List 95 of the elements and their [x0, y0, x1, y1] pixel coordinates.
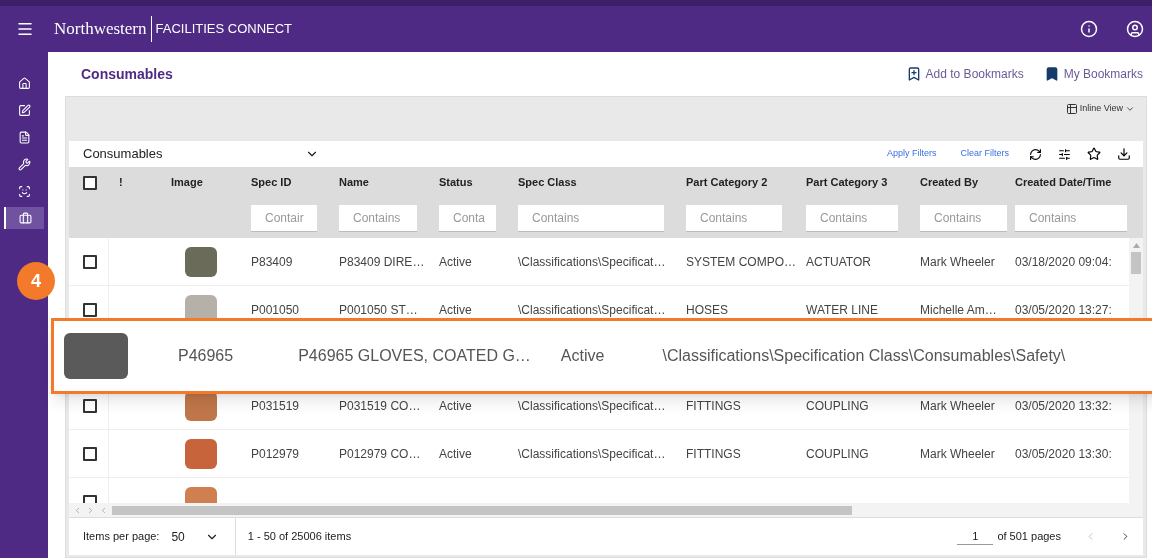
- star-icon[interactable]: [1087, 147, 1101, 161]
- document-icon: [17, 130, 31, 144]
- table-cell: Michelle Am…: [920, 302, 997, 317]
- list-dropdown[interactable]: Consumables: [83, 144, 319, 164]
- table-cell: 03/05/2020 13:30:: [1015, 446, 1112, 461]
- column-header[interactable]: Name: [339, 176, 369, 189]
- page-field[interactable]: 1: [957, 527, 994, 546]
- column-header[interactable]: Spec ID: [251, 176, 292, 189]
- product-photo: [185, 438, 217, 469]
- table-cell: P001050: [251, 302, 300, 317]
- checkbox[interactable]: [83, 302, 97, 317]
- table-cell: \Classifications\Specificat…: [518, 254, 666, 269]
- table-cell: P012979: [251, 446, 300, 461]
- column-header[interactable]: Part Category 2: [686, 176, 768, 189]
- user-icon[interactable]: [1126, 20, 1144, 38]
- column-header[interactable]: Created Date/Time: [1015, 176, 1112, 189]
- column-header[interactable]: !: [119, 176, 123, 189]
- table-cell: Active: [439, 398, 472, 413]
- table-cell: Mark Wheeler: [920, 398, 995, 413]
- my-bookmarks-button[interactable]: My Bookmarks: [1043, 65, 1143, 83]
- info-icon[interactable]: [1080, 20, 1098, 38]
- filter-field[interactable]: Contains: [806, 204, 898, 232]
- download-icon[interactable]: [1117, 147, 1131, 161]
- step-badge: 4: [17, 262, 55, 300]
- brand-logo: Northwestern: [54, 16, 152, 42]
- callout-cell-text: P46965: [178, 346, 234, 366]
- table-cell: WATER LINE: [806, 302, 878, 317]
- table-cell: 03/05/2020 13:27:: [1015, 302, 1112, 317]
- filter-field[interactable]: Contair: [251, 204, 317, 232]
- table-cell: COUPLING: [806, 446, 869, 461]
- page-title: Consumables: [81, 64, 173, 84]
- filter-field[interactable]: Contains: [339, 204, 417, 232]
- table-cell: Mark Wheeler: [920, 446, 995, 461]
- checkbox[interactable]: [83, 254, 97, 269]
- filter-field[interactable]: Contains: [518, 204, 664, 232]
- column-header[interactable]: Status: [439, 176, 473, 189]
- clear-filters-link[interactable]: Clear Filters: [960, 147, 1009, 161]
- table-cell: FITTINGS: [686, 398, 741, 413]
- wrench-icon: [17, 157, 31, 171]
- column-header[interactable]: Spec Class: [518, 176, 577, 189]
- checkbox[interactable]: [83, 175, 97, 190]
- table-cell: FITTINGS: [686, 446, 741, 461]
- items-per-page-dropdown[interactable]: 50: [171, 518, 236, 555]
- table-cell: COUPLING: [806, 398, 869, 413]
- callout-cell-text: P46965 GLOVES, COATED G…: [298, 346, 531, 366]
- items-per-page-label: Items per page:: [82, 529, 160, 545]
- scrollbar-thumb[interactable]: [1131, 252, 1141, 274]
- callout-cell-text: Active: [560, 346, 605, 366]
- filter-field[interactable]: Contains: [1015, 204, 1127, 232]
- table-cell: 03/05/2020 13:32:: [1015, 398, 1112, 413]
- table-cell: \Classifications\Specificat…: [518, 398, 666, 413]
- page-count: of 501 pages: [997, 529, 1061, 545]
- filter-field[interactable]: Contains: [920, 204, 1007, 232]
- column-header[interactable]: Created By: [920, 176, 979, 189]
- sidebar-item[interactable]: [4, 207, 44, 229]
- caret-icon: [1125, 104, 1135, 114]
- refresh-icon[interactable]: [1029, 147, 1042, 161]
- table-cell: ACTUATOR: [806, 254, 871, 269]
- scrollbar-thumb[interactable]: [112, 505, 852, 515]
- briefcase-icon: [18, 211, 32, 225]
- home-icon: [17, 76, 31, 90]
- column-header[interactable]: Part Category 3: [806, 176, 888, 189]
- filter-field[interactable]: Conta: [439, 204, 496, 232]
- table-cell: P83409 DIRE…: [339, 254, 425, 269]
- table-cell: \Classifications\Specificat…: [518, 446, 666, 461]
- menu-icon[interactable]: [16, 20, 34, 38]
- filter-field[interactable]: Contains: [686, 204, 782, 232]
- callout-cell-text: \Classifications\Specification Class\Consumables\Safety\: [662, 346, 1066, 366]
- table-cell: Active: [439, 254, 472, 269]
- table-cell: P012979 CO…: [339, 446, 421, 461]
- checkbox[interactable]: [83, 446, 97, 461]
- table-cell: Active: [439, 446, 472, 461]
- edit-icon: [17, 103, 31, 117]
- table-cell: P031519 CO…: [339, 398, 421, 413]
- table-cell: Active: [439, 302, 472, 317]
- apply-filters-link[interactable]: Apply Filters: [886, 147, 937, 161]
- gloves-photo: [64, 333, 128, 379]
- table-cell: Mark Wheeler: [920, 254, 995, 269]
- settings-icon[interactable]: [1058, 147, 1071, 161]
- column-header[interactable]: Image: [171, 176, 203, 189]
- table-cell: SYSTEM COMPO…: [686, 254, 796, 269]
- face-scan-icon: [17, 184, 31, 198]
- table-cell: P83409: [251, 254, 293, 269]
- table-cell: P001050 ST…: [339, 302, 418, 317]
- add-bookmark-button[interactable]: Add to Bookmarks: [905, 65, 1024, 83]
- item-range: 1 - 50 of 25006 items: [247, 529, 352, 545]
- table-cell: P031519: [251, 398, 300, 413]
- table-icon: [1065, 103, 1078, 115]
- table-cell: 03/18/2020 09:04:: [1015, 254, 1112, 269]
- product-photo: [185, 246, 217, 277]
- table-cell: HOSES: [686, 302, 728, 317]
- view-dropdown[interactable]: Inline View: [1065, 102, 1135, 116]
- checkbox[interactable]: [83, 398, 97, 413]
- table-cell: \Classifications\Specificat…: [518, 302, 666, 317]
- product-name: FACILITIES CONNECT: [155, 20, 293, 39]
